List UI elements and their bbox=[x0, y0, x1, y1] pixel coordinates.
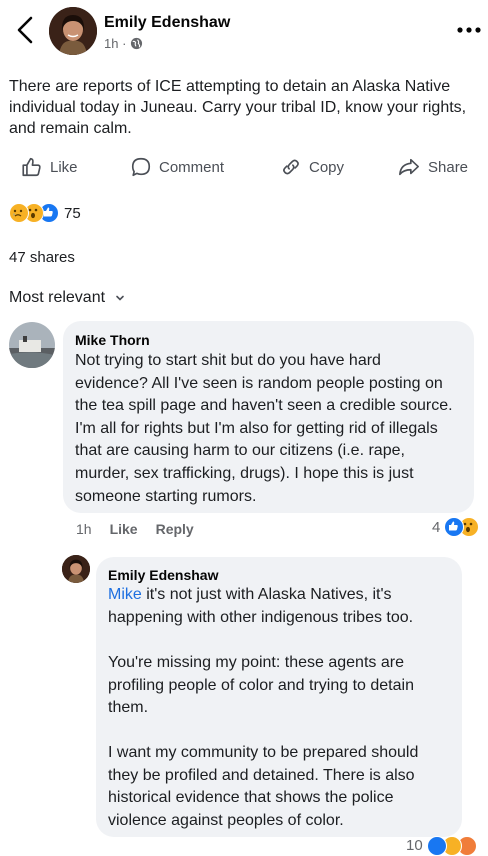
like-button[interactable]: Like bbox=[20, 156, 78, 178]
link-icon bbox=[283, 159, 299, 175]
share-button[interactable]: Share bbox=[397, 156, 468, 178]
comment-reaction-count: 4 bbox=[432, 518, 441, 536]
comment-author[interactable]: Mike Thorn bbox=[75, 332, 150, 348]
comment-reactions[interactable]: 4 bbox=[432, 517, 480, 537]
reply-text-line1: it's not just with Alaska Natives, it's … bbox=[108, 586, 414, 626]
chevron-down-icon bbox=[116, 295, 124, 301]
copy-button[interactable]: Copy bbox=[280, 156, 344, 178]
share-count[interactable]: 47 shares bbox=[9, 249, 75, 266]
post-time-text: 1h · bbox=[104, 36, 127, 51]
sort-label: Most relevant bbox=[9, 289, 106, 306]
reply-paragraph-3: I want my community to be prepared shoul… bbox=[108, 744, 419, 829]
post-action-bar: Like Comment Copy Share bbox=[0, 150, 488, 184]
chevron-left-icon bbox=[17, 16, 33, 44]
comment-reply-button[interactable]: Reply bbox=[156, 521, 194, 537]
comment-button[interactable]: Comment bbox=[130, 156, 224, 178]
reply-paragraph-1: Mike it's not just with Alaska Natives, … bbox=[108, 584, 453, 629]
comment-sort-dropdown[interactable]: Most relevant bbox=[9, 289, 125, 307]
sad-reaction-icon bbox=[9, 203, 29, 223]
ellipsis-icon bbox=[457, 27, 481, 33]
reaction-count: 75 bbox=[64, 204, 81, 222]
comment-label: Comment bbox=[159, 158, 225, 176]
reaction-summary[interactable]: 75 bbox=[9, 203, 81, 223]
reply-author-avatar[interactable] bbox=[62, 555, 90, 583]
author-name[interactable]: Emily Edenshaw bbox=[104, 14, 230, 32]
reply-author[interactable]: Emily Edenshaw bbox=[108, 567, 218, 583]
reply-reaction-count: 10 bbox=[406, 837, 423, 854]
comment-meta: 1h Like Reply bbox=[76, 521, 194, 537]
back-button[interactable] bbox=[12, 14, 40, 46]
share-arrow-icon bbox=[399, 158, 419, 176]
comment-bubble-icon bbox=[131, 157, 151, 177]
commenter-photo bbox=[9, 322, 55, 368]
reply-author-photo bbox=[62, 555, 90, 583]
commenter-avatar[interactable] bbox=[9, 322, 55, 368]
more-options-button[interactable] bbox=[456, 22, 482, 33]
comment-bubble: Mike Thorn Not trying to start shit but … bbox=[63, 321, 474, 513]
reply-reactions[interactable]: 10 bbox=[406, 836, 477, 856]
post-text: There are reports of ICE attempting to d… bbox=[9, 78, 467, 137]
share-label: Share bbox=[428, 158, 469, 176]
copy-label: Copy bbox=[309, 158, 345, 176]
comment-text: Not trying to start shit but do you have… bbox=[75, 352, 453, 505]
comment-like-button[interactable]: Like bbox=[110, 521, 138, 537]
thumbs-up-icon bbox=[22, 157, 41, 177]
comment-time: 1h bbox=[76, 521, 92, 537]
like-label: Like bbox=[50, 158, 78, 176]
author-avatar[interactable] bbox=[49, 7, 97, 55]
like-reaction-icon bbox=[426, 836, 447, 856]
mention-link[interactable]: Mike bbox=[108, 586, 142, 603]
post-timestamp: 1h · bbox=[104, 36, 143, 51]
reply-bubble: Emily Edenshaw Mike it's not just with A… bbox=[96, 557, 462, 837]
author-photo bbox=[49, 7, 97, 55]
reply-paragraph-2: You're missing my point: these agents ar… bbox=[108, 654, 414, 717]
globe-icon bbox=[131, 37, 143, 50]
like-reaction-icon bbox=[444, 517, 465, 537]
